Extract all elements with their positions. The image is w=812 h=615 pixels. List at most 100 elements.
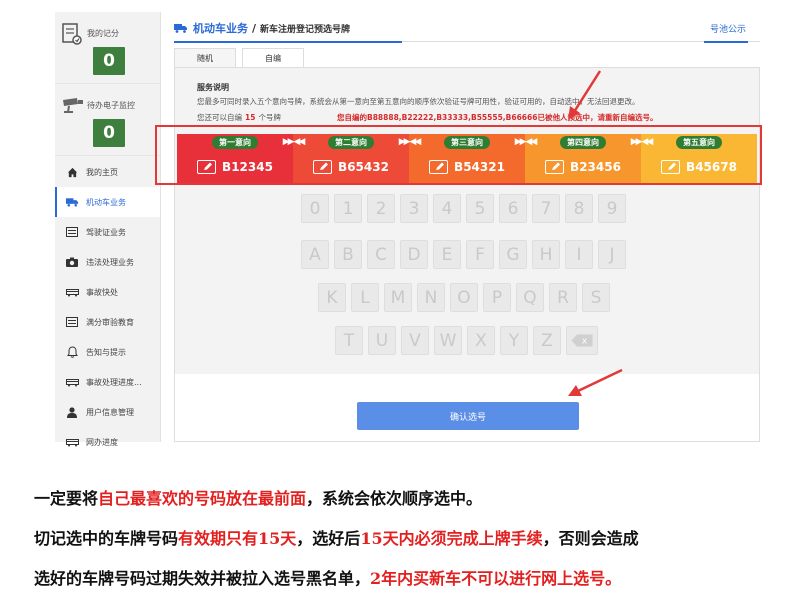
remaining-suffix: 个号牌 — [258, 113, 281, 122]
breadcrumb-separator: / — [252, 21, 257, 35]
key[interactable]: 1 — [334, 194, 362, 223]
key[interactable]: P — [483, 283, 511, 312]
note-line-3: 选好的车牌号码过期失效并被拉入选号黑名单，2年内买新车不可以进行网上选号。 — [34, 567, 794, 607]
key[interactable]: R — [549, 283, 577, 312]
taken-warning: 您自编的B88888,B22222,B33333,B55555,B66666已被… — [337, 113, 658, 122]
key[interactable]: Q — [516, 283, 544, 312]
selection-panel: 服务说明 您最多可同时录入五个意向号牌，系统会从第一意向至第五意向的顺序依次验证… — [174, 67, 760, 442]
tab-random[interactable]: 随机 — [174, 48, 236, 68]
key[interactable]: L — [351, 283, 379, 312]
key[interactable]: 8 — [565, 194, 593, 223]
key[interactable]: C — [367, 240, 395, 269]
sidebar-item-accident-progress[interactable]: 事故处理进度... — [55, 367, 160, 397]
key[interactable]: B — [334, 240, 362, 269]
key[interactable]: 9 — [598, 194, 626, 223]
breadcrumb-current: 新车注册登记预选号牌 — [260, 24, 351, 35]
key[interactable]: 7 — [532, 194, 560, 223]
plate-number: B12345 — [222, 160, 273, 174]
key[interactable]: 6 — [499, 194, 527, 223]
points-card[interactable]: 我的记分 0 — [55, 12, 160, 84]
score-doc-icon — [61, 22, 83, 50]
key[interactable]: A — [301, 240, 329, 269]
key[interactable]: 2 — [367, 194, 395, 223]
plate-slot-4[interactable]: 第四意向 B23456 ▶▶ ◀◀ — [525, 134, 653, 184]
key[interactable]: D — [400, 240, 428, 269]
monitor-count: 0 — [93, 119, 125, 147]
sidebar-item-notice[interactable]: 告知与提示 — [55, 337, 160, 367]
key[interactable]: F — [466, 240, 494, 269]
points-count: 0 — [93, 47, 125, 75]
sidebar-item-violation[interactable]: 违法处理业务 — [55, 247, 160, 277]
progress-icon — [65, 435, 79, 449]
note-text: 切记选中的车牌号码 — [34, 529, 179, 548]
key[interactable]: I — [565, 240, 593, 269]
plate-slot-3[interactable]: 第三意向 B54321 ▶▶ ◀◀ — [409, 134, 537, 184]
sidebar-item-home[interactable]: 我的主页 — [55, 157, 160, 187]
key[interactable]: U — [368, 326, 396, 355]
truck-icon — [65, 195, 79, 209]
sidebar-item-user[interactable]: 用户信息管理 — [55, 397, 160, 427]
pool-link-underline — [704, 41, 748, 43]
keyboard-row-digits: 0 1 2 3 4 5 6 7 8 9 — [301, 194, 631, 223]
sidebar-item-license[interactable]: 驾驶证业务 — [55, 217, 160, 247]
sidebar-item-accident[interactable]: 事故快处 — [55, 277, 160, 307]
key[interactable]: Y — [500, 326, 528, 355]
key[interactable]: O — [450, 283, 478, 312]
key[interactable]: N — [417, 283, 445, 312]
remaining-prefix: 您还可以自编 — [197, 113, 242, 122]
plate-slot-5[interactable]: 第五意向 B45678 — [641, 134, 757, 184]
edit-icon[interactable] — [429, 160, 449, 174]
key[interactable]: X — [467, 326, 495, 355]
key[interactable]: H — [532, 240, 560, 269]
key[interactable]: 0 — [301, 194, 329, 223]
key[interactable]: V — [401, 326, 429, 355]
backspace-icon: x — [571, 334, 593, 347]
plate-number: B54321 — [454, 160, 505, 174]
key[interactable]: E — [433, 240, 461, 269]
camera-monitor-icon — [61, 94, 87, 120]
edit-icon[interactable] — [197, 160, 217, 174]
sidebar-item-label: 违法处理业务 — [86, 257, 134, 267]
note-text: 一定要将 — [34, 489, 99, 508]
priority-arrows-icon: ▶▶ ◀◀ — [514, 137, 538, 147]
monitor-card[interactable]: 待办电子监控 0 — [55, 84, 160, 156]
edit-icon[interactable] — [313, 160, 333, 174]
key[interactable]: 3 — [400, 194, 428, 223]
key[interactable]: G — [499, 240, 527, 269]
backspace-key[interactable]: x — [566, 326, 598, 355]
plate-slot-1[interactable]: 第一意向 B12345 ▶▶ ◀◀ — [177, 134, 305, 184]
keyboard-row-t-z: T U V W X Y Z x — [335, 326, 603, 355]
plate-slot-2[interactable]: 第二意向 B65432 ▶▶ ◀◀ — [293, 134, 421, 184]
key[interactable]: J — [598, 240, 626, 269]
truck-icon — [174, 23, 188, 33]
sidebar-item-label: 网办进度 — [86, 437, 118, 447]
panel-body: 服务说明 您最多可同时录入五个意向号牌，系统会从第一意向至第五意向的顺序依次验证… — [175, 68, 759, 374]
tab-custom[interactable]: 自编 — [242, 48, 304, 68]
bell-icon — [65, 345, 79, 359]
points-label: 我的记分 — [87, 29, 119, 38]
pool-notice-link[interactable]: 号池公示 — [710, 22, 746, 35]
plate-number: B23456 — [570, 160, 621, 174]
key[interactable]: S — [582, 283, 610, 312]
sidebar-item-label: 用户信息管理 — [86, 407, 134, 417]
sidebar-item-progress[interactable]: 网办进度 — [55, 427, 160, 457]
car-progress-icon — [65, 375, 79, 389]
edit-icon[interactable] — [545, 160, 565, 174]
breadcrumb-root[interactable]: 机动车业务 — [193, 20, 248, 36]
key[interactable]: K — [318, 283, 346, 312]
keyboard-row-a-j: A B C D E F G H I J — [301, 240, 631, 269]
key[interactable]: W — [434, 326, 462, 355]
key[interactable]: 4 — [433, 194, 461, 223]
key[interactable]: M — [384, 283, 412, 312]
key[interactable]: Z — [533, 326, 561, 355]
key[interactable]: T — [335, 326, 363, 355]
priority-arrows-icon: ▶▶ ◀◀ — [630, 137, 654, 147]
page-title: 机动车业务 / 新车注册登记预选号牌 — [174, 20, 350, 36]
key[interactable]: 5 — [466, 194, 494, 223]
user-icon — [65, 405, 79, 419]
edit-icon[interactable] — [661, 160, 681, 174]
note-text: ，系统会依次顺序选中。 — [306, 489, 483, 508]
sidebar-item-vehicle[interactable]: 机动车业务 — [55, 187, 160, 217]
confirm-selection-button[interactable]: 确认选号 — [357, 402, 579, 430]
sidebar-item-education[interactable]: 满分审验教育 — [55, 307, 160, 337]
